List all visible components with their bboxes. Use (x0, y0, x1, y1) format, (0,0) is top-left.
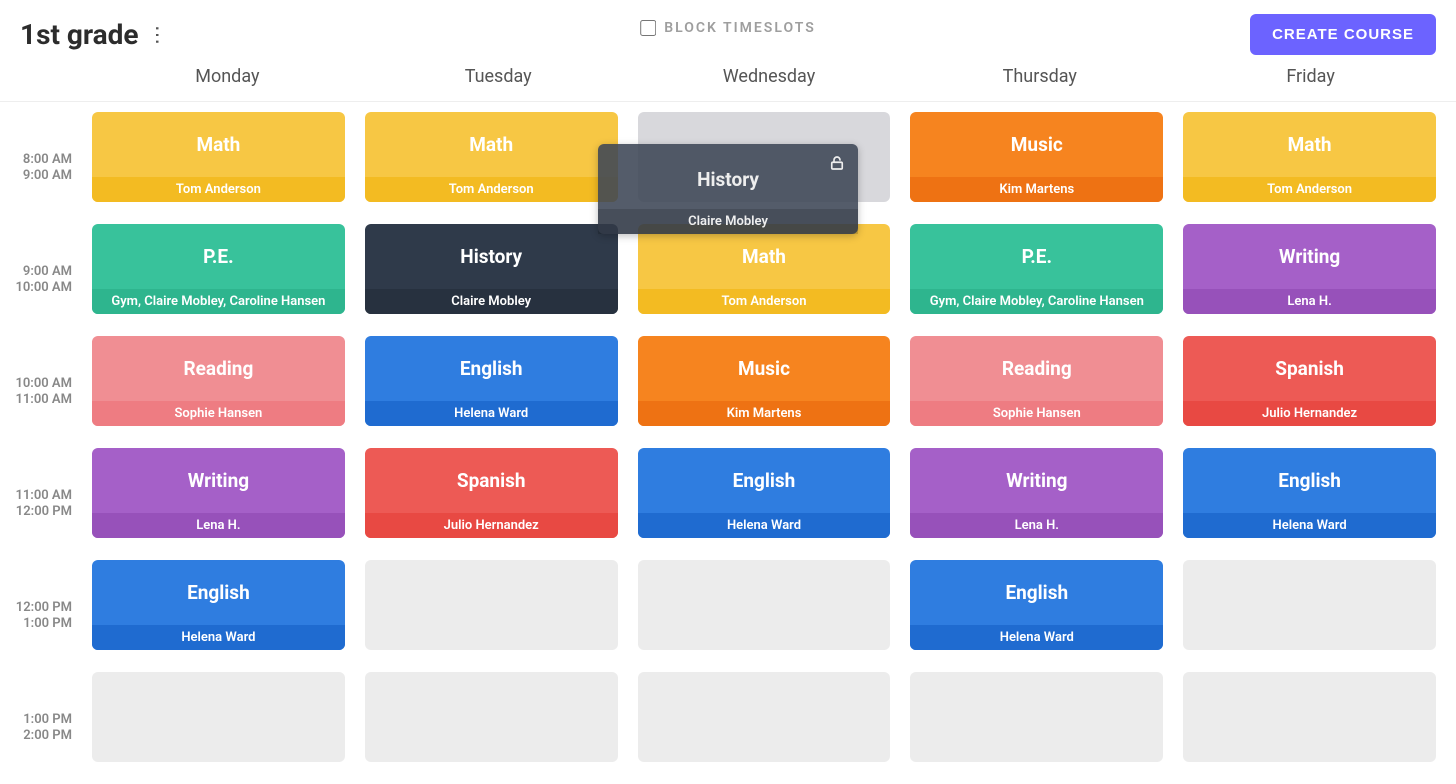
course-slot[interactable]: EnglishHelena Ward (1183, 448, 1436, 538)
title-wrap: 1st grade ⋯ (20, 18, 167, 51)
course-name: Spanish (457, 448, 526, 513)
course-name: Music (738, 336, 790, 401)
time-label: 9:00 AM10:00 AM (0, 224, 82, 336)
empty-slot[interactable] (910, 672, 1163, 762)
course-slot[interactable]: MusicKim Martens (638, 336, 891, 426)
time-label: 10:00 AM11:00 AM (0, 336, 82, 448)
course-slot[interactable]: SpanishJulio Hernandez (1183, 336, 1436, 426)
course-teacher: Helena Ward (365, 401, 618, 426)
course-name: Music (1011, 112, 1063, 177)
create-course-button[interactable]: CREATE COURSE (1250, 14, 1436, 55)
course-teacher: Sophie Hansen (910, 401, 1163, 426)
block-timeslots-toggle[interactable]: BLOCK TIMESLOTS (640, 20, 816, 36)
time-label: 8:00 AM9:00 AM (0, 112, 82, 224)
course-teacher: Gym, Claire Mobley, Caroline Hansen (910, 289, 1163, 314)
course-name: Math (469, 112, 513, 177)
course-name: English (733, 448, 796, 513)
course-slot[interactable]: HistoryClaire Mobley (365, 224, 618, 314)
course-slot[interactable]: EnglishHelena Ward (365, 336, 618, 426)
page-title: 1st grade (20, 18, 139, 51)
unlock-icon (828, 154, 846, 172)
course-slot[interactable]: EnglishHelena Ward (910, 560, 1163, 650)
day-header-wednesday: Wednesday (634, 58, 905, 101)
time-label: 1:00 PM2:00 PM (0, 672, 82, 784)
empty-slot[interactable] (92, 672, 345, 762)
course-name: P.E. (1022, 224, 1052, 289)
course-teacher: Lena H. (910, 513, 1163, 538)
course-slot[interactable]: WritingLena H. (92, 448, 345, 538)
course-name: P.E. (203, 224, 233, 289)
time-label: 12:00 PM1:00 PM (0, 560, 82, 672)
course-teacher: Tom Anderson (365, 177, 618, 202)
day-header-friday: Friday (1175, 58, 1446, 101)
course-name: Reading (1002, 336, 1072, 401)
course-name: Math (1288, 112, 1332, 177)
course-teacher: Lena H. (92, 513, 345, 538)
course-teacher: Helena Ward (638, 513, 891, 538)
course-slot[interactable]: MathTom Anderson (638, 224, 891, 314)
course-slot[interactable]: EnglishHelena Ward (92, 560, 345, 650)
course-teacher: Helena Ward (92, 625, 345, 650)
course-slot[interactable]: MathTom Anderson (92, 112, 345, 202)
schedule-grid: History Claire Mobley 8:00 AM9:00 AMMath… (0, 102, 1456, 784)
block-timeslots-label: BLOCK TIMESLOTS (664, 20, 816, 36)
empty-slot[interactable] (1183, 672, 1436, 762)
days-header: Monday Tuesday Wednesday Thursday Friday (0, 58, 1456, 102)
course-teacher: Gym, Claire Mobley, Caroline Hansen (92, 289, 345, 314)
course-slot[interactable]: P.E.Gym, Claire Mobley, Caroline Hansen (92, 224, 345, 314)
day-header-monday: Monday (92, 58, 363, 101)
course-slot[interactable]: ReadingSophie Hansen (92, 336, 345, 426)
course-name: History (460, 224, 522, 289)
empty-slot[interactable] (638, 560, 891, 650)
topbar: 1st grade ⋯ BLOCK TIMESLOTS CREATE COURS… (0, 0, 1456, 58)
course-teacher: Julio Hernandez (365, 513, 618, 538)
course-name: English (1005, 560, 1068, 625)
course-teacher: Claire Mobley (365, 289, 618, 314)
course-name: Writing (1006, 448, 1067, 513)
course-slot[interactable]: WritingLena H. (1183, 224, 1436, 314)
dragging-course-name: History (697, 144, 759, 209)
empty-slot[interactable] (365, 672, 618, 762)
course-teacher: Helena Ward (910, 625, 1163, 650)
kebab-menu-icon[interactable]: ⋯ (148, 25, 168, 43)
course-name: English (1278, 448, 1341, 513)
course-name: Reading (183, 336, 253, 401)
empty-slot[interactable] (365, 560, 618, 650)
course-name: Spanish (1275, 336, 1344, 401)
course-name: Writing (1279, 224, 1340, 289)
course-teacher: Tom Anderson (638, 289, 891, 314)
day-header-tuesday: Tuesday (363, 58, 634, 101)
dragging-course-teacher: Claire Mobley (598, 209, 858, 234)
empty-slot[interactable] (638, 672, 891, 762)
course-slot[interactable]: MathTom Anderson (1183, 112, 1436, 202)
course-slot[interactable]: P.E.Gym, Claire Mobley, Caroline Hansen (910, 224, 1163, 314)
day-header-thursday: Thursday (904, 58, 1175, 101)
course-slot[interactable]: MathTom Anderson (365, 112, 618, 202)
course-slot[interactable]: MusicKim Martens (910, 112, 1163, 202)
course-slot[interactable]: EnglishHelena Ward (638, 448, 891, 538)
empty-slot[interactable] (1183, 560, 1436, 650)
course-teacher: Tom Anderson (92, 177, 345, 202)
course-name: English (460, 336, 523, 401)
course-teacher: Helena Ward (1183, 513, 1436, 538)
course-name: English (187, 560, 250, 625)
dragging-course-card[interactable]: History Claire Mobley (598, 144, 858, 234)
block-timeslots-checkbox[interactable] (640, 20, 656, 36)
course-slot[interactable]: ReadingSophie Hansen (910, 336, 1163, 426)
course-teacher: Kim Martens (638, 401, 891, 426)
course-teacher: Tom Anderson (1183, 177, 1436, 202)
course-slot[interactable]: WritingLena H. (910, 448, 1163, 538)
course-teacher: Kim Martens (910, 177, 1163, 202)
course-teacher: Julio Hernandez (1183, 401, 1436, 426)
course-teacher: Sophie Hansen (92, 401, 345, 426)
course-teacher: Lena H. (1183, 289, 1436, 314)
course-name: Math (196, 112, 240, 177)
course-slot[interactable]: SpanishJulio Hernandez (365, 448, 618, 538)
course-name: Writing (188, 448, 249, 513)
time-label: 11:00 AM12:00 PM (0, 448, 82, 560)
